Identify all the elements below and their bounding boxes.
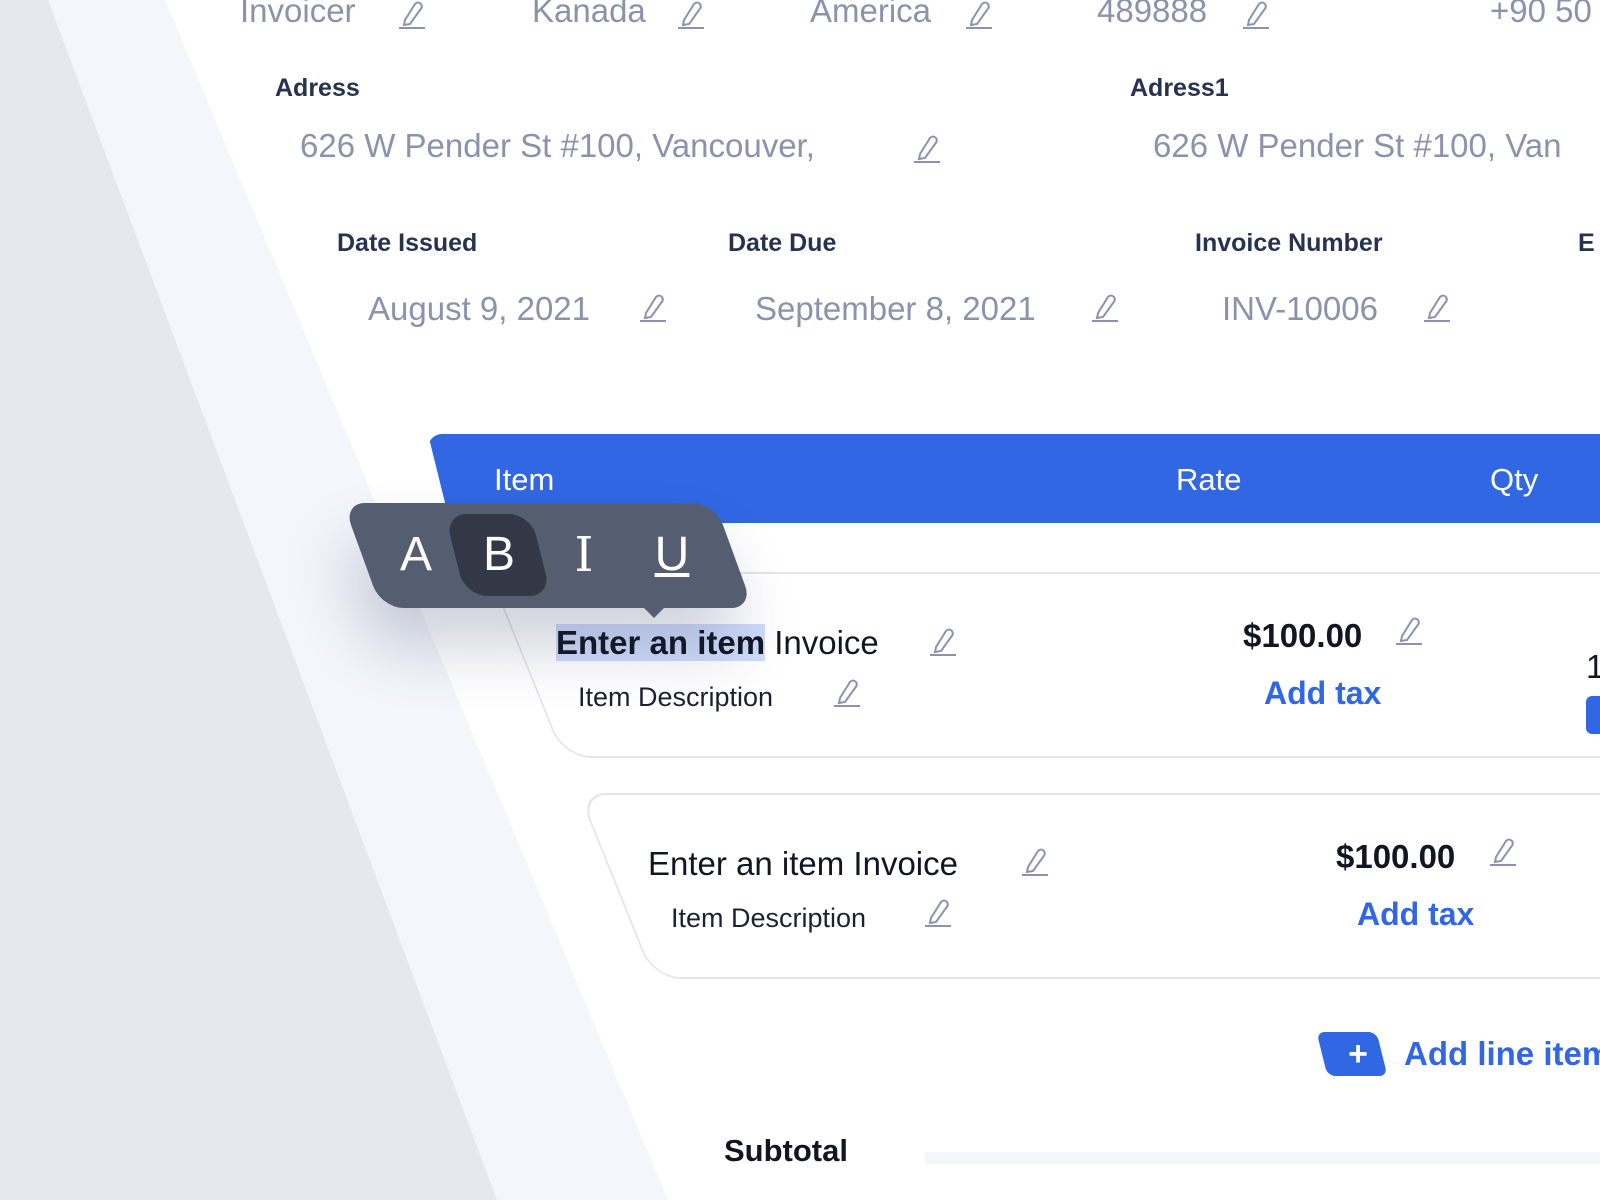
country-value[interactable]: Kanada bbox=[532, 0, 646, 30]
line-item-description[interactable]: Item Description bbox=[578, 682, 773, 713]
postal-code-value[interactable]: 489888 bbox=[1097, 0, 1207, 30]
edit-icon[interactable] bbox=[1241, 0, 1271, 30]
edit-icon[interactable] bbox=[676, 0, 706, 30]
edit-icon[interactable] bbox=[912, 132, 942, 164]
edit-icon[interactable] bbox=[1422, 291, 1452, 323]
line-item-name[interactable]: Enter an item Invoice bbox=[556, 624, 879, 662]
edit-icon[interactable] bbox=[923, 896, 953, 928]
add-line-item-label[interactable]: Add line item bbox=[1404, 1035, 1600, 1073]
date-issued-label: Date Issued bbox=[337, 229, 478, 257]
line-item-card[interactable] bbox=[578, 793, 1600, 979]
line-item-rate[interactable]: $100.00 bbox=[1243, 617, 1362, 655]
plus-icon: + bbox=[1348, 1035, 1368, 1073]
invoice-number-value[interactable]: INV-10006 bbox=[1222, 290, 1378, 328]
invoice-number-label: Invoice Number bbox=[1195, 229, 1383, 257]
subtotal-label: Subtotal bbox=[724, 1133, 848, 1168]
font-style-button[interactable]: A bbox=[372, 514, 460, 596]
add-tax-link[interactable]: Add tax bbox=[1264, 675, 1381, 712]
date-due-value[interactable]: September 8, 2021 bbox=[755, 290, 1036, 328]
subtotal-value-field bbox=[925, 1152, 1600, 1164]
edit-icon[interactable] bbox=[638, 291, 668, 323]
edit-icon[interactable] bbox=[964, 0, 994, 30]
column-header-item: Item bbox=[494, 462, 555, 497]
address1-value[interactable]: 626 W Pender St #100, Van bbox=[1153, 127, 1562, 165]
address-value[interactable]: 626 W Pender St #100, Vancouver, bbox=[300, 127, 815, 165]
add-tax-link[interactable]: Add tax bbox=[1357, 896, 1474, 933]
line-item-name[interactable]: Enter an item Invoice bbox=[648, 845, 958, 883]
cut-off-label: E bbox=[1578, 229, 1595, 257]
date-issued-value[interactable]: August 9, 2021 bbox=[368, 290, 590, 328]
line-item-name-rest: Invoice bbox=[765, 624, 879, 661]
line-item-qty[interactable]: 1 bbox=[1586, 648, 1600, 686]
phone-value[interactable]: +90 50 bbox=[1490, 0, 1592, 30]
edit-icon[interactable] bbox=[1488, 835, 1518, 867]
company-name-value[interactable]: Invoicer bbox=[240, 0, 356, 30]
toolbar-pointer bbox=[640, 604, 668, 618]
edit-icon[interactable] bbox=[1394, 614, 1424, 646]
edit-icon[interactable] bbox=[1090, 291, 1120, 323]
qty-control[interactable] bbox=[1586, 696, 1600, 734]
address-label: Adress bbox=[275, 74, 360, 102]
address1-label: Adress1 bbox=[1130, 74, 1229, 102]
region-value[interactable]: America bbox=[810, 0, 931, 30]
column-header-qty: Qty bbox=[1490, 462, 1539, 497]
bold-button[interactable]: B bbox=[455, 514, 543, 596]
edit-icon[interactable] bbox=[397, 0, 427, 30]
line-item-rate[interactable]: $100.00 bbox=[1336, 838, 1455, 876]
edit-icon[interactable] bbox=[1020, 845, 1050, 877]
line-item-description[interactable]: Item Description bbox=[671, 903, 866, 934]
edit-icon[interactable] bbox=[928, 625, 958, 657]
selected-text[interactable]: Enter an item bbox=[556, 624, 766, 661]
invoice-editor: Invoicer Kanada America 489888 +90 50 Ad… bbox=[0, 0, 1600, 1200]
underline-button[interactable]: U bbox=[628, 514, 716, 596]
column-header-rate: Rate bbox=[1176, 462, 1242, 497]
italic-button[interactable]: I bbox=[540, 514, 628, 596]
edit-icon[interactable] bbox=[832, 676, 862, 708]
date-due-label: Date Due bbox=[728, 229, 837, 257]
